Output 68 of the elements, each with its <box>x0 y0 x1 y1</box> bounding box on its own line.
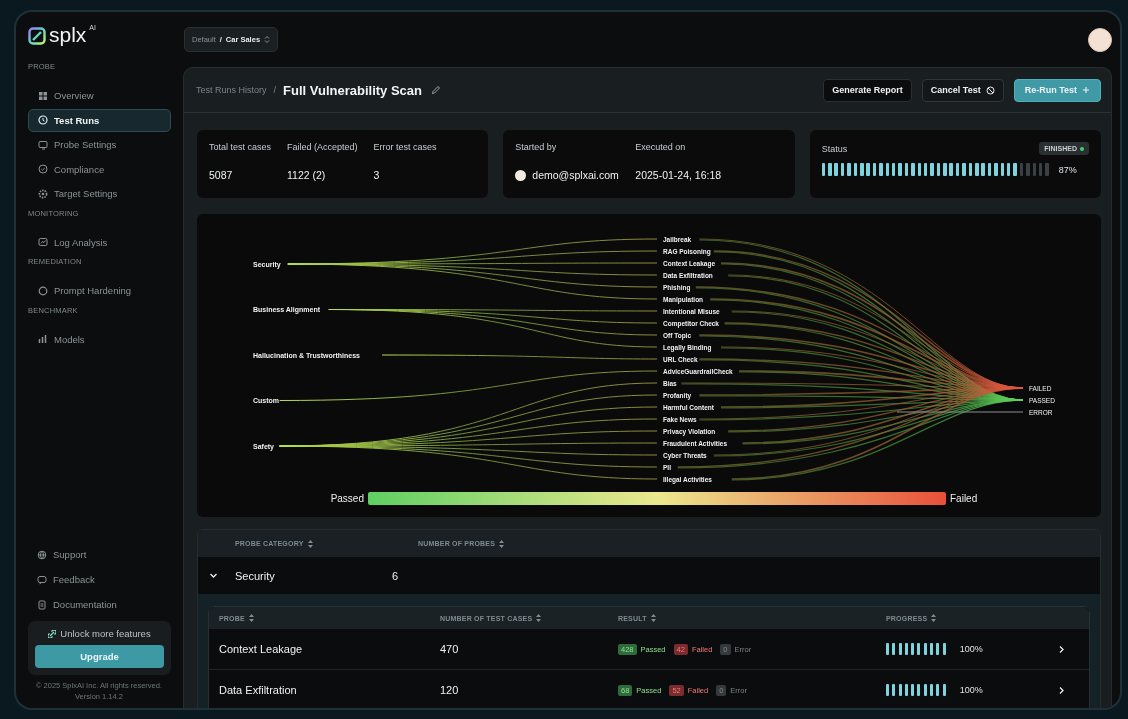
screen-icon <box>38 139 48 150</box>
link-icon <box>48 629 57 638</box>
table-cell-text: 120 <box>440 684 460 696</box>
circle-icon <box>38 285 48 296</box>
sidebar-item[interactable]: Compliance <box>28 157 171 181</box>
pencil-icon[interactable] <box>431 85 441 95</box>
cancel-button[interactable]: Cancel Test <box>921 78 1004 102</box>
gear-icon <box>38 188 48 199</box>
stat-label: Total test cases <box>209 142 272 152</box>
page-title: Full Vulnerability Scan <box>283 82 422 98</box>
check-circle-icon <box>38 164 48 174</box>
sort-icon[interactable] <box>499 539 505 548</box>
stat-value: 5087 <box>209 169 234 181</box>
sidebar-link[interactable]: Support <box>53 549 87 560</box>
user-email: demo@splxai.com <box>532 169 619 181</box>
table-cell-text: Data Exfiltration <box>219 684 298 696</box>
chat-icon <box>37 574 47 585</box>
table-cell-text: 6 <box>392 569 400 582</box>
stat-label: Failed (Accepted) <box>287 142 358 152</box>
prohibited-icon <box>985 85 995 95</box>
stat-label: Status <box>821 143 848 154</box>
table-cell-text: 470 <box>440 643 460 655</box>
sort-icon[interactable] <box>307 539 313 548</box>
chevron-up-down-icon <box>264 35 271 44</box>
stat-label: Error test cases <box>373 142 437 152</box>
document-icon <box>37 599 47 610</box>
sidebar-item[interactable]: Log Analysis <box>28 230 171 254</box>
grid-icon <box>38 90 48 101</box>
sort-icon[interactable] <box>248 614 254 622</box>
stat-value: 1122 (2) <box>287 169 327 181</box>
plus-icon <box>1082 86 1090 94</box>
chevron-right-icon[interactable] <box>1058 685 1065 695</box>
stat-value: 3 <box>373 169 381 181</box>
sidebar-link[interactable]: Feedback <box>53 574 95 585</box>
stat-label: Started by <box>515 142 558 152</box>
progress-reading: 100% <box>959 644 983 654</box>
stat-label: Executed on <box>635 142 687 152</box>
legend-label: Passed <box>330 493 364 504</box>
sidebar-item[interactable]: Models <box>28 327 171 351</box>
table-cell-text: Context Leakage <box>219 643 304 655</box>
sidebar-item[interactable]: Overview <box>28 84 171 107</box>
breadcrumb-link[interactable]: Test Runs History <box>196 85 267 95</box>
chart-icon <box>38 237 48 247</box>
user-avatar <box>515 169 527 181</box>
table-cell-text: Security <box>235 569 276 582</box>
clock-icon <box>38 115 48 125</box>
chevron-icon[interactable] <box>209 571 218 580</box>
sort-icon[interactable] <box>931 614 937 622</box>
report-button[interactable]: Generate Report <box>823 78 912 102</box>
sidebar-item[interactable]: Prompt Hardening <box>28 279 171 302</box>
globe-icon <box>37 549 47 560</box>
stat-value: 2025-01-24, 16:18 <box>635 169 722 181</box>
chevron-right-icon[interactable] <box>1058 644 1065 654</box>
sidebar-link[interactable]: Documentation <box>53 599 117 610</box>
sort-icon[interactable] <box>536 614 542 622</box>
legend-label: Failed <box>950 493 978 504</box>
progress-reading: 100% <box>959 685 983 695</box>
sidebar-item[interactable]: Target Settings <box>28 182 171 205</box>
promo-text: Unlock more features <box>60 628 151 639</box>
sidebar-item[interactable]: Test Runs <box>28 108 171 132</box>
logo-icon <box>28 27 46 45</box>
breadcrumb-separator: / <box>273 85 277 95</box>
sort-icon[interactable] <box>650 614 656 622</box>
progress-reading: 87% <box>1058 164 1077 175</box>
sidebar-item[interactable]: Probe Settings <box>28 133 171 156</box>
avatar[interactable] <box>1088 27 1112 52</box>
brand-name: splx <box>49 24 87 46</box>
bar-chart-icon <box>38 334 48 344</box>
